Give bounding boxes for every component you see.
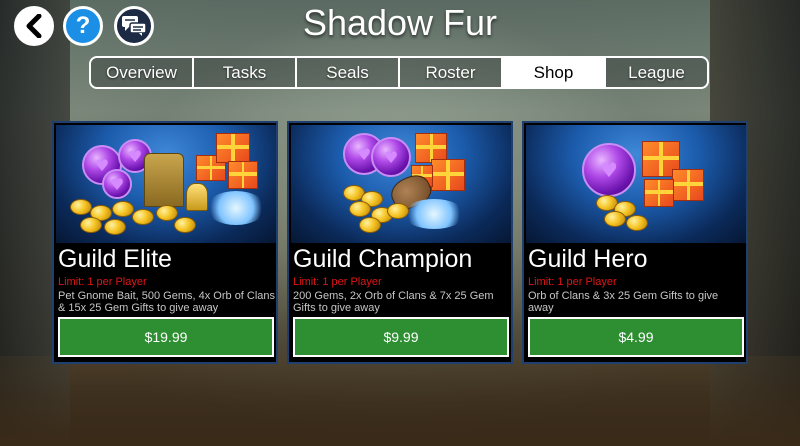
trophy-icon xyxy=(186,183,208,211)
offer-limit: Limit: 1 per Player xyxy=(58,276,147,288)
coin-icon xyxy=(359,217,381,233)
orb-of-clans-icon: ♥ xyxy=(102,169,132,199)
gems-icon xyxy=(206,191,266,225)
offer-card-guild-hero: ♥ Guild Hero Limit: 1 per Player Orb of … xyxy=(522,121,748,364)
orb-of-clans-icon: ♥ xyxy=(371,137,411,177)
buy-button-guild-elite[interactable]: $19.99 xyxy=(58,317,274,357)
offer-title: Guild Champion xyxy=(293,245,473,273)
tab-shop[interactable]: Shop xyxy=(503,58,606,87)
tab-overview[interactable]: Overview xyxy=(91,58,194,87)
tab-tasks[interactable]: Tasks xyxy=(194,58,297,87)
coin-icon xyxy=(70,199,92,215)
tab-seals[interactable]: Seals xyxy=(297,58,400,87)
offer-limit: Limit: 1 per Player xyxy=(293,276,382,288)
background-ground xyxy=(0,356,800,446)
buy-button-guild-hero[interactable]: $4.99 xyxy=(528,317,744,357)
buy-button-guild-champion[interactable]: $9.99 xyxy=(293,317,509,357)
offer-limit: Limit: 1 per Player xyxy=(528,276,617,288)
offer-image: ♥ ♥ ♥ xyxy=(56,125,276,243)
gift-icon xyxy=(644,179,674,207)
gnome-statue-icon xyxy=(144,153,184,207)
offer-image: ♥ xyxy=(526,125,746,243)
gems-icon xyxy=(403,199,465,229)
tab-league[interactable]: League xyxy=(606,58,707,87)
offer-image: ♥ ♥ xyxy=(291,125,511,243)
tab-roster[interactable]: Roster xyxy=(400,58,503,87)
offer-title: Guild Hero xyxy=(528,245,648,273)
coin-icon xyxy=(112,201,134,217)
orb-of-clans-icon: ♥ xyxy=(582,143,636,197)
coin-icon xyxy=(132,209,154,225)
page-title: Shadow Fur xyxy=(302,2,498,43)
coin-icon xyxy=(349,201,371,217)
offer-description: 200 Gems, 2x Orb of Clans & 7x 25 Gem Gi… xyxy=(293,290,494,314)
offer-card-guild-champion: ♥ ♥ Guild Champion Limit: 1 per Player 2… xyxy=(287,121,513,364)
offer-description: Orb of Clans & 3x 25 Gem Gifts to give a… xyxy=(528,290,719,314)
offer-description: Pet Gnome Bait, 500 Gems, 4x Orb of Clan… xyxy=(58,290,276,314)
gift-icon xyxy=(672,169,704,201)
coin-icon xyxy=(104,219,126,235)
coin-icon xyxy=(387,203,409,219)
offer-title: Guild Elite xyxy=(58,245,172,273)
coin-icon xyxy=(156,205,178,221)
coin-icon xyxy=(604,211,626,227)
coin-icon xyxy=(626,215,648,231)
guild-tabs: Overview Tasks Seals Roster Shop League xyxy=(89,56,709,89)
gift-icon xyxy=(228,161,258,189)
coin-icon xyxy=(80,217,102,233)
offer-card-guild-elite: ♥ ♥ ♥ Guild Elite Limit: 1 per Player Pe… xyxy=(52,121,278,364)
gift-icon xyxy=(431,159,465,191)
gift-icon xyxy=(216,133,250,163)
coin-icon xyxy=(174,217,196,233)
